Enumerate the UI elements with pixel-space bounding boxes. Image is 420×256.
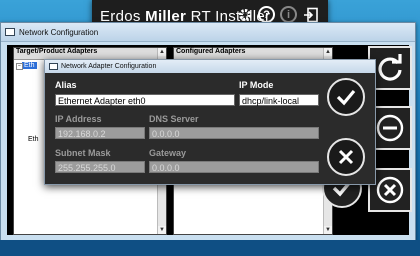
refresh-icon <box>378 54 402 81</box>
alias-field[interactable]: Ethernet Adapter eth0 <box>55 94 235 106</box>
network-configuration-titlebar[interactable]: Network Configuration <box>1 23 415 42</box>
ip-mode-select[interactable]: dhcp/link-local <box>239 94 319 106</box>
dialog-ok-button[interactable] <box>327 78 365 116</box>
network-adapter-dialog: Network Adapter Configuration Alias Ethe… <box>44 59 376 185</box>
subnet-mask-field: 255.255.255.0 <box>55 161 145 173</box>
tree-item-adapter-2[interactable]: Eth <box>28 136 39 143</box>
scroll-down-arrow[interactable]: ▼ <box>158 226 166 234</box>
taskbar-strip <box>0 240 420 256</box>
scroll-up-arrow[interactable]: ▲ <box>158 48 166 56</box>
check-icon <box>336 89 356 106</box>
expand-toggle[interactable]: − <box>16 63 23 70</box>
window-title: Network Configuration <box>19 27 99 37</box>
dialog-cancel-button[interactable] <box>327 138 365 176</box>
close-circle-icon <box>376 176 404 204</box>
subnet-mask-label: Subnet Mask <box>55 148 111 158</box>
tree-item-adapter-1[interactable]: Eth <box>22 62 37 69</box>
gear-icon[interactable] <box>236 6 253 23</box>
exit-icon[interactable] <box>302 6 319 23</box>
gateway-field: 0.0.0.0 <box>149 161 319 173</box>
ip-address-label: IP Address <box>55 114 102 124</box>
window-icon <box>49 63 58 70</box>
close-icon <box>338 149 354 165</box>
window-icon <box>5 28 15 36</box>
scroll-up-arrow[interactable]: ▲ <box>324 48 332 56</box>
dialog-titlebar[interactable]: Network Adapter Configuration <box>45 60 375 73</box>
remove-icon <box>376 114 404 142</box>
alias-label: Alias <box>55 80 77 90</box>
info-glyph: i <box>286 8 291 21</box>
ip-address-field: 192.168.0.2 <box>55 127 145 139</box>
gateway-label: Gateway <box>149 148 187 158</box>
dns-server-field: 0.0.0.0 <box>149 127 319 139</box>
installer-toolbar: ? i <box>236 6 319 23</box>
dns-server-label: DNS Server <box>149 114 199 124</box>
ip-mode-label: IP Mode <box>239 80 274 90</box>
dialog-title: Network Adapter Configuration <box>61 63 157 70</box>
info-icon[interactable]: i <box>280 6 297 23</box>
help-glyph: ? <box>263 8 270 21</box>
scroll-down-arrow[interactable]: ▼ <box>324 226 332 234</box>
help-icon[interactable]: ? <box>258 6 275 23</box>
